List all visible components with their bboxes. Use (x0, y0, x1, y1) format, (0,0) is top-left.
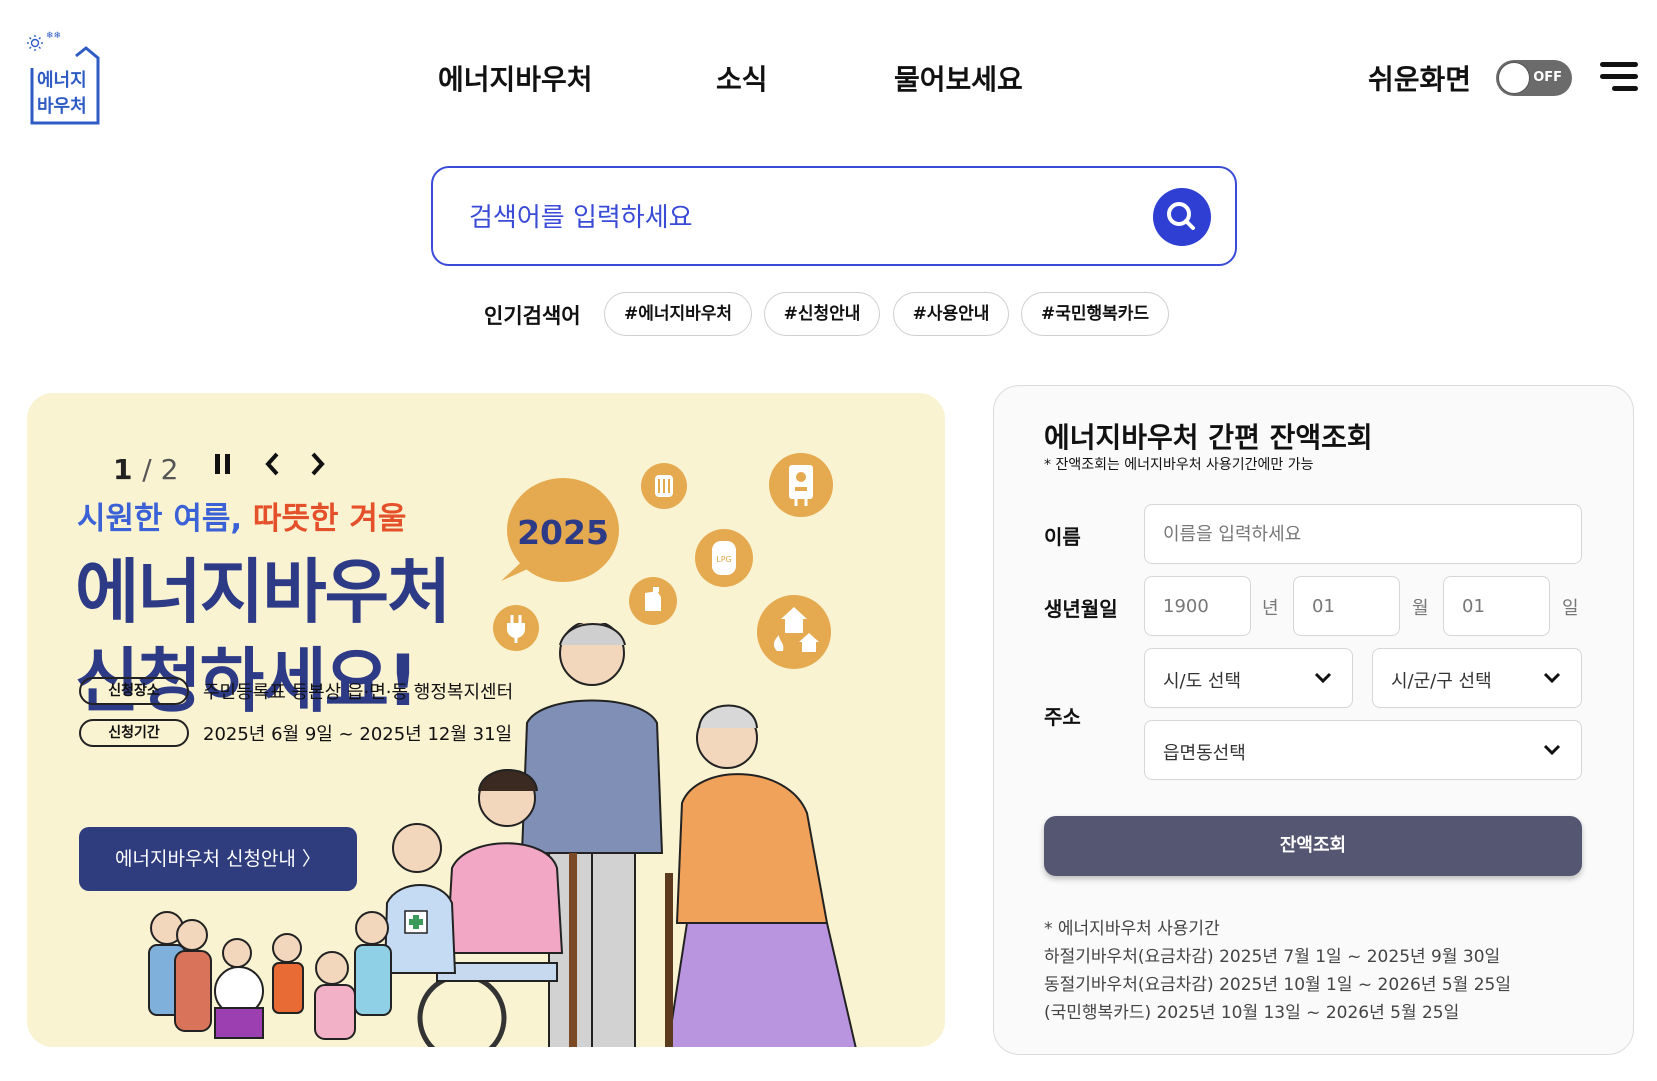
name-input[interactable] (1144, 504, 1582, 564)
banner-subtitle: 시원한 여름, 따뜻한 겨울 (77, 493, 406, 538)
fuel-can-icon (641, 463, 687, 509)
logo-text-line2: 바우처 (37, 96, 87, 117)
next-slide-icon[interactable] (307, 451, 327, 481)
birth-year-input[interactable] (1144, 576, 1251, 636)
nav-item-faq[interactable]: 물어보세요 (894, 58, 1023, 98)
pager-current: 1 (113, 453, 133, 486)
easy-screen-label: 쉬운화면 (1368, 63, 1472, 96)
nav-item-energy-voucher[interactable]: 에너지바우처 (438, 58, 593, 98)
balance-panel-title: 에너지바우처 간편 잔액조회 (1044, 421, 1373, 454)
easy-screen-toggle[interactable]: OFF (1496, 60, 1572, 96)
sigungu-select-value: 시/군/구 선택 (1391, 671, 1492, 692)
popular-tag-happy-card[interactable]: #국민행복카드 (1021, 292, 1169, 336)
search-box (431, 166, 1237, 266)
usage-period-card: (국민행복카드) 2025년 10월 13일 ~ 2026년 5월 25일 (1044, 1003, 1460, 1023)
search-button[interactable] (1153, 188, 1211, 246)
chevron-down-icon (1543, 744, 1561, 756)
subtitle-cool: 시원한 여름, (77, 501, 243, 537)
balance-check-panel: 에너지바우처 간편 잔액조회 * 잔액조회는 에너지바우처 사용기간에만 가능 … (993, 385, 1634, 1055)
popular-searches-label: 인기검색어 (484, 304, 581, 328)
sigungu-select[interactable]: 시/군/구 선택 (1372, 648, 1582, 708)
pager-total: / 2 (142, 453, 179, 486)
application-place-text: 주민등록표 등본상 읍·면·동 행정복지센터 (203, 682, 514, 703)
month-unit: 월 (1412, 598, 1429, 619)
year-unit: 년 (1262, 598, 1279, 619)
sido-select[interactable]: 시/도 선택 (1144, 648, 1353, 708)
sido-select-value: 시/도 선택 (1163, 671, 1242, 692)
eupmyeondong-select[interactable]: 읍면동선택 (1144, 720, 1582, 780)
application-guide-button[interactable]: 에너지바우처 신청안내 〉 (79, 827, 357, 891)
eupmyeondong-select-value: 읍면동선택 (1163, 743, 1246, 764)
chevron-down-icon (1543, 672, 1561, 684)
lpg-label: LPG (716, 555, 731, 564)
hamburger-menu-icon[interactable] (1600, 62, 1638, 92)
application-period-text: 2025년 6월 9일 ~ 2025년 12월 31일 (203, 724, 513, 745)
application-place-row: 신청장소 주민등록표 등본상 읍·면·동 행정복지센터 (79, 677, 513, 705)
lpg-tank-icon: LPG (695, 529, 753, 587)
popular-tag-energy-voucher[interactable]: #에너지바우처 (604, 292, 752, 336)
search-icon (1167, 202, 1195, 230)
birth-day-input[interactable] (1443, 576, 1550, 636)
search-input[interactable] (469, 198, 1129, 238)
application-period-row: 신청기간 2025년 6월 9일 ~ 2025년 12월 31일 (79, 719, 512, 747)
subtitle-warm: 따뜻한 겨울 (252, 501, 407, 537)
balance-panel-note: * 잔액조회는 에너지바우처 사용기간에만 가능 (1044, 457, 1314, 473)
birth-month-input[interactable] (1293, 576, 1400, 636)
nav-item-news[interactable]: 소식 (716, 58, 768, 98)
popular-tag-application[interactable]: #신청안내 (764, 292, 880, 336)
chevron-down-icon (1314, 672, 1332, 684)
svg-text:❄❄: ❄❄ (46, 31, 61, 41)
birthdate-label: 생년월일 (1044, 597, 1118, 621)
usage-period-summer: 하절기바우처(요금차감) 2025년 7월 1일 ~ 2025년 9월 30일 (1044, 947, 1501, 967)
popular-tag-usage[interactable]: #사용안내 (893, 292, 1009, 336)
oil-can-icon (629, 577, 677, 625)
logo-text-line1: 에너지 (37, 70, 87, 91)
pause-icon[interactable] (213, 451, 233, 481)
toggle-state-text: OFF (1533, 70, 1562, 85)
year-badge: 2025 (517, 513, 609, 552)
banner-pager: 1 / 2 (113, 453, 178, 486)
prev-slide-icon[interactable] (263, 451, 283, 481)
address-label: 주소 (1044, 705, 1081, 729)
balance-check-button[interactable]: 잔액조회 (1044, 816, 1582, 876)
boiler-icon (769, 453, 833, 517)
usage-period-winter: 동절기바우처(요금차감) 2025년 10월 1일 ~ 2026년 5월 25일 (1044, 975, 1511, 995)
usage-period-header: * 에너지바우처 사용기간 (1044, 919, 1220, 939)
application-period-pill: 신청기간 (79, 719, 189, 747)
application-place-pill: 신청장소 (79, 677, 189, 705)
name-label: 이름 (1044, 525, 1081, 549)
promo-banner[interactable]: 1 / 2 시원한 여름, 따뜻한 겨울 에너지바우처 신청하세요! 2025 … (27, 393, 945, 1047)
site-logo[interactable]: ❄❄ 에너지 바우처 (26, 28, 102, 128)
banner-title-line1: 에너지바우처 (75, 551, 451, 633)
toggle-knob (1498, 62, 1530, 94)
day-unit: 일 (1562, 598, 1579, 619)
